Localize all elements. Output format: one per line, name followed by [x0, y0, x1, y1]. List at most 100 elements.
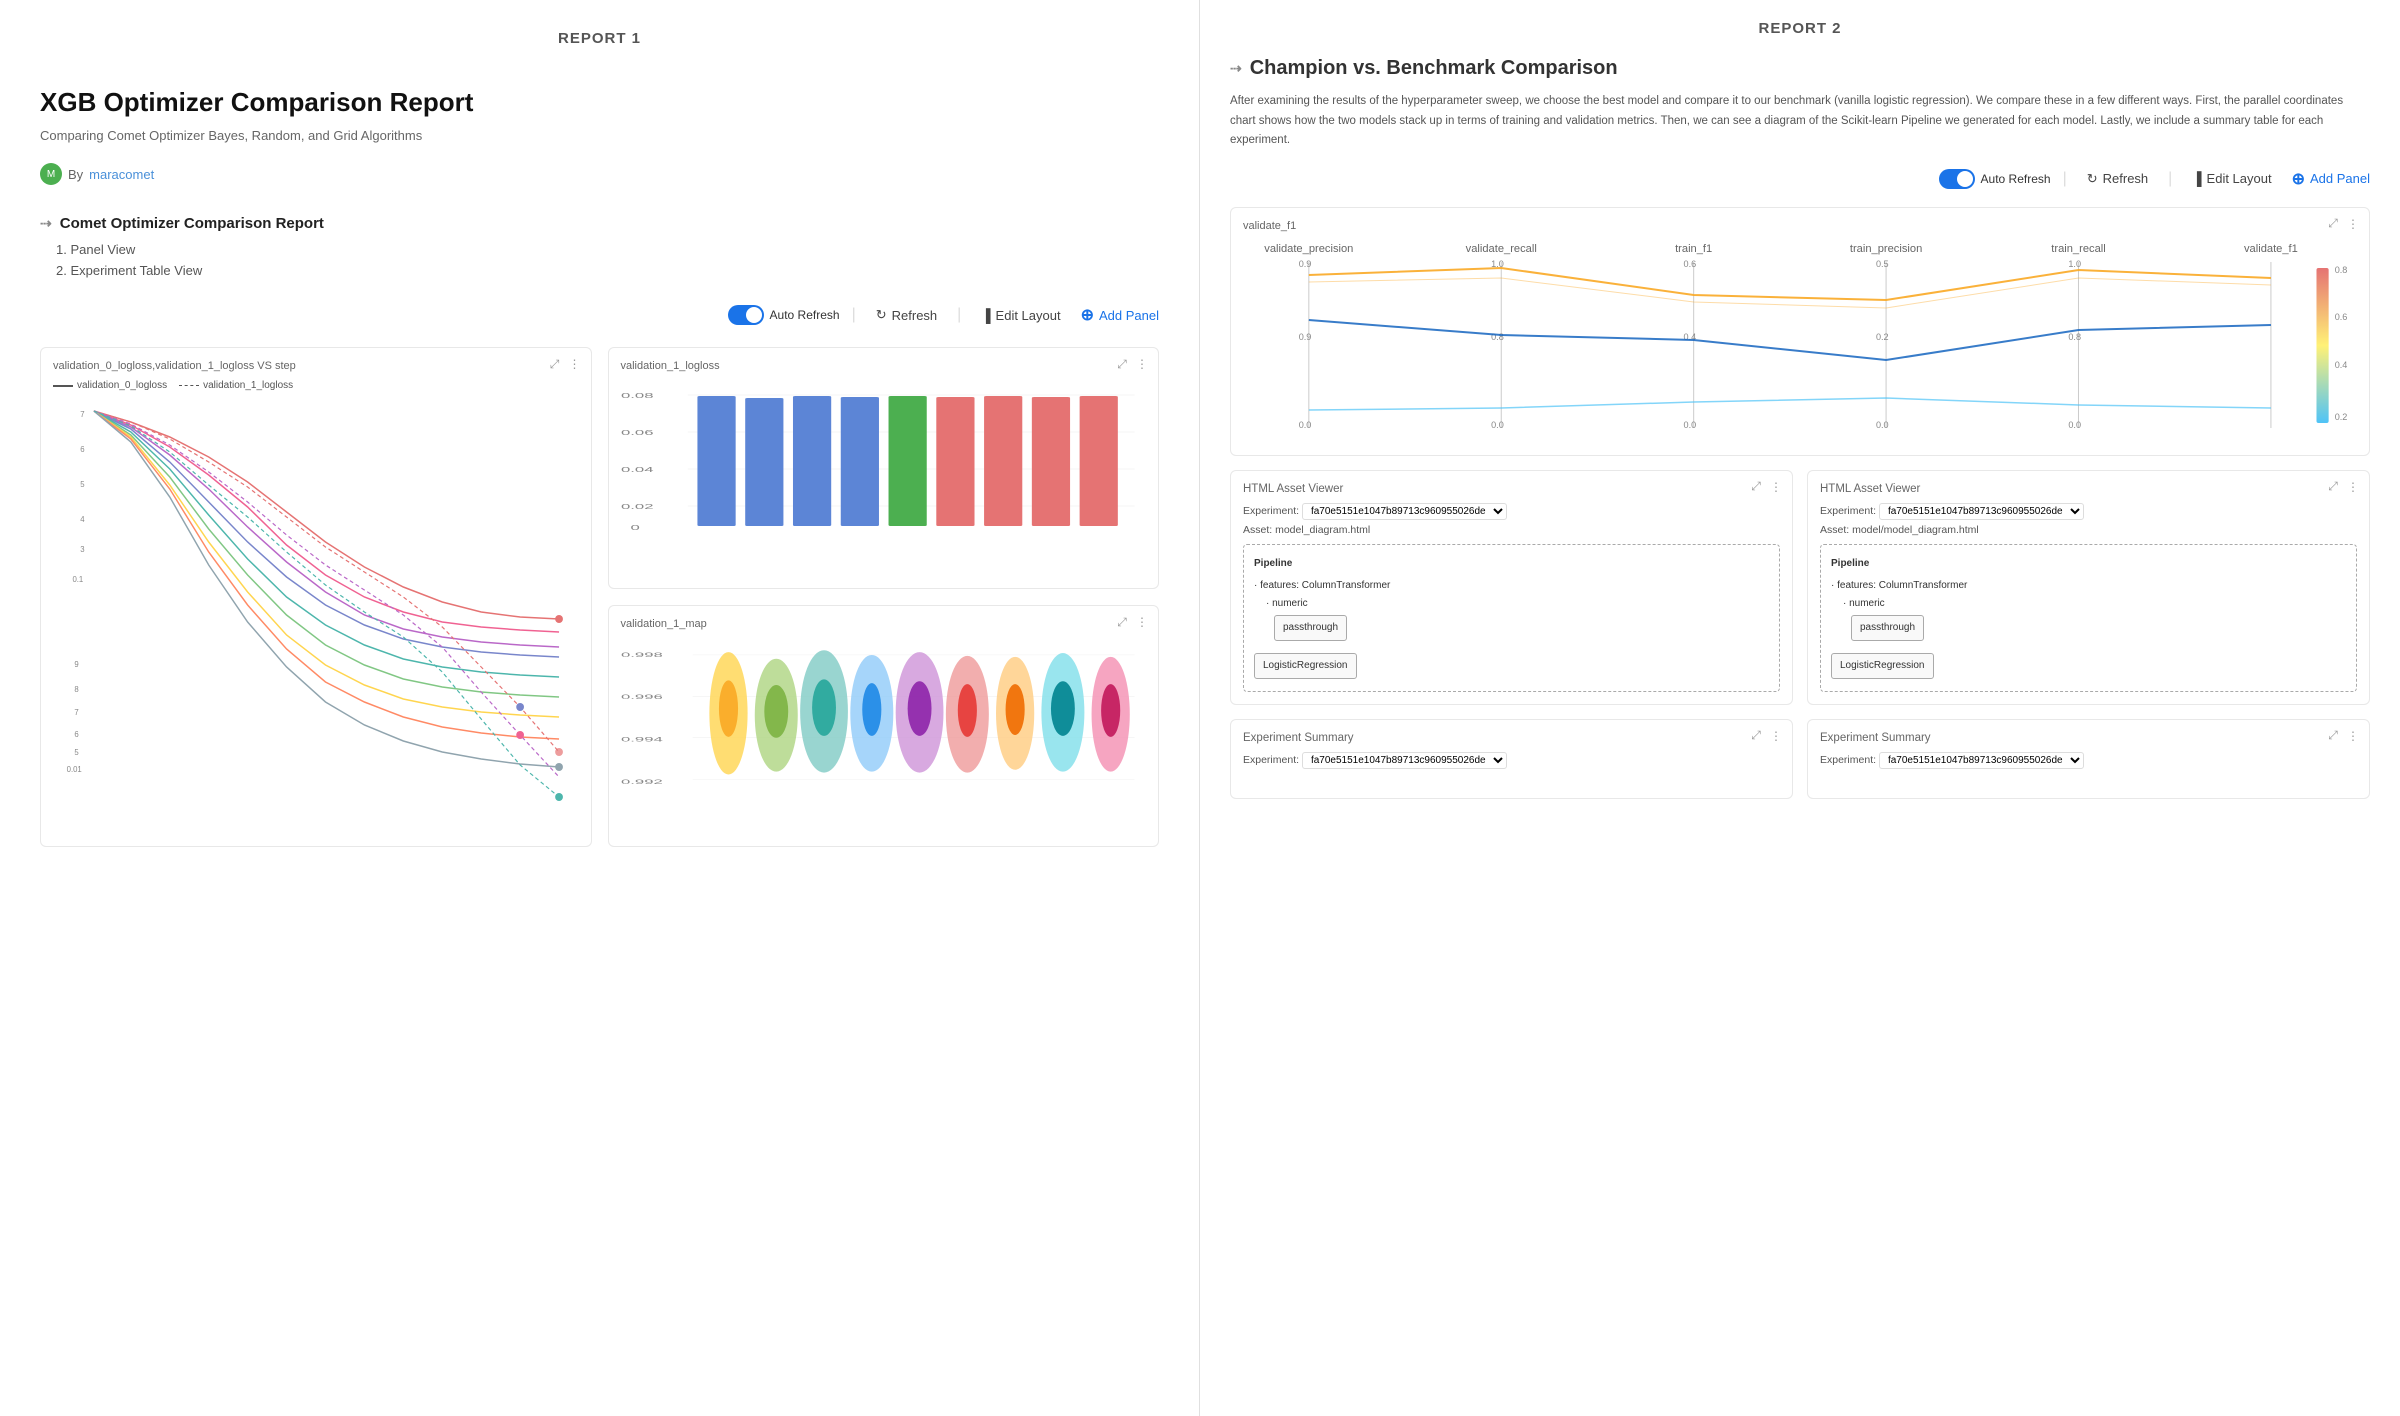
- parallel-menu-btn[interactable]: ⋮: [2345, 216, 2361, 232]
- svg-text:0.0: 0.0: [2068, 420, 2081, 430]
- toc-item-2[interactable]: 2. Experiment Table View: [56, 263, 1159, 278]
- html-asset-row: HTML Asset Viewer ⤢ ⋮ Experiment: fa70e5…: [1230, 470, 2370, 705]
- author-by-label: By: [68, 167, 83, 182]
- asset1-asset-label: Asset: model_diagram.html: [1243, 524, 1370, 536]
- asset2-menu-btn[interactable]: ⋮: [2345, 479, 2361, 495]
- summary1-expand-btn[interactable]: ⤢: [1748, 728, 1764, 744]
- asset1-experiment-select[interactable]: fa70e5151e1047b89713c960955026de: [1302, 503, 1507, 520]
- r2-edit-layout-button[interactable]: ▐ Edit Layout: [2184, 167, 2279, 190]
- asset1-pipeline-numeric: · numeric: [1266, 595, 1769, 613]
- r2-add-panel-button[interactable]: ⊕ Add Panel: [2292, 169, 2370, 189]
- svg-text:0.8: 0.8: [2335, 265, 2348, 275]
- chart-bar-panel: validation_1_logloss ⤢ ⋮ 0.08 0.06 0.04 …: [608, 347, 1160, 589]
- refresh-label: Refresh: [892, 308, 938, 323]
- asset1-asset-row: Asset: model_diagram.html: [1243, 524, 1780, 536]
- svg-text:0.0: 0.0: [1684, 420, 1697, 430]
- auto-refresh-toggle[interactable]: Auto Refresh: [728, 305, 840, 325]
- summary2-expand-btn[interactable]: ⤢: [2325, 728, 2341, 744]
- asset1-experiment-label: Experiment:: [1243, 505, 1299, 517]
- toc-title-text: Comet Optimizer Comparison Report: [60, 215, 324, 232]
- add-panel-button[interactable]: ⊕ Add Panel: [1081, 305, 1159, 325]
- asset2-actions: ⤢ ⋮: [2325, 479, 2361, 495]
- svg-text:validate_precision: validate_precision: [1264, 243, 1353, 255]
- legend-label-1: validation_0_logloss: [77, 380, 167, 391]
- toggle-thumb: [746, 307, 762, 323]
- svg-text:0.02: 0.02: [621, 502, 654, 510]
- violin-chart-svg: 0.998 0.996 0.994 0.992: [621, 638, 1147, 798]
- exp-summary-row: Experiment Summary ⤢ ⋮ Experiment: fa70e…: [1230, 719, 2370, 799]
- svg-text:0.6: 0.6: [2335, 312, 2348, 322]
- champion-description: After examining the results of the hyper…: [1230, 92, 2370, 151]
- svg-text:train_f1: train_f1: [1675, 243, 1712, 255]
- asset1-experiment-row: Experiment: fa70e5151e1047b89713c9609550…: [1243, 503, 1780, 520]
- r2-toggle-track[interactable]: [1939, 169, 1975, 189]
- refresh-icon: ↻: [876, 307, 887, 323]
- summary2-experiment-label: Experiment:: [1820, 754, 1876, 766]
- svg-text:train_precision: train_precision: [1850, 243, 1922, 255]
- exp-summary-title-1: Experiment Summary: [1243, 732, 1780, 744]
- parallel-expand-btn[interactable]: ⤢: [2325, 216, 2341, 232]
- summary2-experiment-select[interactable]: fa70e5151e1047b89713c960955026de: [1879, 752, 2084, 769]
- svg-text:0.996: 0.996: [621, 693, 663, 700]
- edit-layout-button[interactable]: ▐ Edit Layout: [973, 304, 1068, 327]
- r2-refresh-button[interactable]: ↻ Refresh: [2079, 167, 2156, 191]
- chart-bar-menu-btn[interactable]: ⋮: [1134, 356, 1150, 372]
- toc-item-1[interactable]: 1. Panel View: [56, 242, 1159, 257]
- svg-text:0.06: 0.06: [621, 428, 654, 436]
- svg-text:0.998: 0.998: [621, 651, 663, 658]
- chart-violin-expand-btn[interactable]: ⤢: [1114, 614, 1130, 630]
- chart-bar-expand-btn[interactable]: ⤢: [1114, 356, 1130, 372]
- svg-text:0.994: 0.994: [621, 736, 663, 743]
- toc-link-icon: ⇢: [40, 215, 52, 232]
- summary1-experiment-select[interactable]: fa70e5151e1047b89713c960955026de: [1302, 752, 1507, 769]
- chart-violin-title: validation_1_map: [621, 618, 1147, 630]
- summary2-menu-btn[interactable]: ⋮: [2345, 728, 2361, 744]
- chart-violin-menu-btn[interactable]: ⋮: [1134, 614, 1150, 630]
- asset2-experiment-label: Experiment:: [1820, 505, 1876, 517]
- edit-layout-label: Edit Layout: [996, 308, 1061, 323]
- summary1-actions: ⤢ ⋮: [1748, 728, 1784, 744]
- add-panel-label: Add Panel: [1099, 308, 1159, 323]
- svg-text:0.04: 0.04: [621, 465, 654, 473]
- asset2-experiment-select[interactable]: fa70e5151e1047b89713c960955026de: [1879, 503, 2084, 520]
- asset1-menu-btn[interactable]: ⋮: [1768, 479, 1784, 495]
- asset2-expand-btn[interactable]: ⤢: [2325, 479, 2341, 495]
- svg-text:0.5: 0.5: [1876, 259, 1889, 269]
- svg-text:0.0: 0.0: [1876, 420, 1889, 430]
- r2-add-panel-icon: ⊕: [2292, 169, 2305, 189]
- svg-text:validate_recall: validate_recall: [1466, 243, 1537, 255]
- r2-auto-refresh-toggle[interactable]: Auto Refresh: [1939, 169, 2051, 189]
- right-panel: REPORT 2 ⇢ Champion vs. Benchmark Compar…: [1200, 0, 2400, 1416]
- asset2-model: LogisticRegression: [1831, 653, 1934, 679]
- r2-toggle-thumb: [1957, 171, 1973, 187]
- svg-text:6: 6: [80, 445, 85, 454]
- refresh-button[interactable]: ↻ Refresh: [868, 303, 945, 327]
- svg-text:0.8: 0.8: [2068, 332, 2081, 342]
- asset1-pipeline-features: · features: ColumnTransformer: [1254, 577, 1769, 595]
- svg-text:8: 8: [74, 685, 79, 694]
- toc-section: ⇢ Comet Optimizer Comparison Report 1. P…: [40, 215, 1159, 278]
- asset1-expand-btn[interactable]: ⤢: [1748, 479, 1764, 495]
- chart-menu-btn[interactable]: ⋮: [567, 356, 583, 372]
- toolbar-separator-1: |: [852, 306, 856, 324]
- summary2-experiment-row: Experiment: fa70e5151e1047b89713c9609550…: [1820, 752, 2357, 769]
- svg-text:0: 0: [630, 523, 639, 531]
- svg-text:0.2: 0.2: [1876, 332, 1889, 342]
- asset2-pipeline-features: · features: ColumnTransformer: [1831, 577, 2346, 595]
- toggle-track[interactable]: [728, 305, 764, 325]
- summary1-menu-btn[interactable]: ⋮: [1768, 728, 1784, 744]
- legend-item-1: validation_0_logloss: [53, 380, 167, 391]
- author-name[interactable]: maracomet: [89, 167, 154, 182]
- summary1-experiment-label: Experiment:: [1243, 754, 1299, 766]
- html-asset-title-2: HTML Asset Viewer: [1820, 483, 2357, 495]
- svg-text:0.992: 0.992: [621, 778, 663, 785]
- html-asset-panel-2: HTML Asset Viewer ⤢ ⋮ Experiment: fa70e5…: [1807, 470, 2370, 705]
- report1-heading: XGB Optimizer Comparison Report: [40, 87, 1159, 118]
- champion-heading: ⇢ Champion vs. Benchmark Comparison: [1230, 57, 2370, 80]
- chart-expand-btn[interactable]: ⤢: [547, 356, 563, 372]
- r2-toolbar-separator-1: |: [2063, 170, 2067, 188]
- svg-text:0.01: 0.01: [67, 765, 82, 774]
- report1-toolbar: Auto Refresh | ↻ Refresh | ▐ Edit Layout…: [40, 303, 1159, 327]
- svg-text:5: 5: [74, 748, 79, 757]
- summary1-experiment-row: Experiment: fa70e5151e1047b89713c9609550…: [1243, 752, 1780, 769]
